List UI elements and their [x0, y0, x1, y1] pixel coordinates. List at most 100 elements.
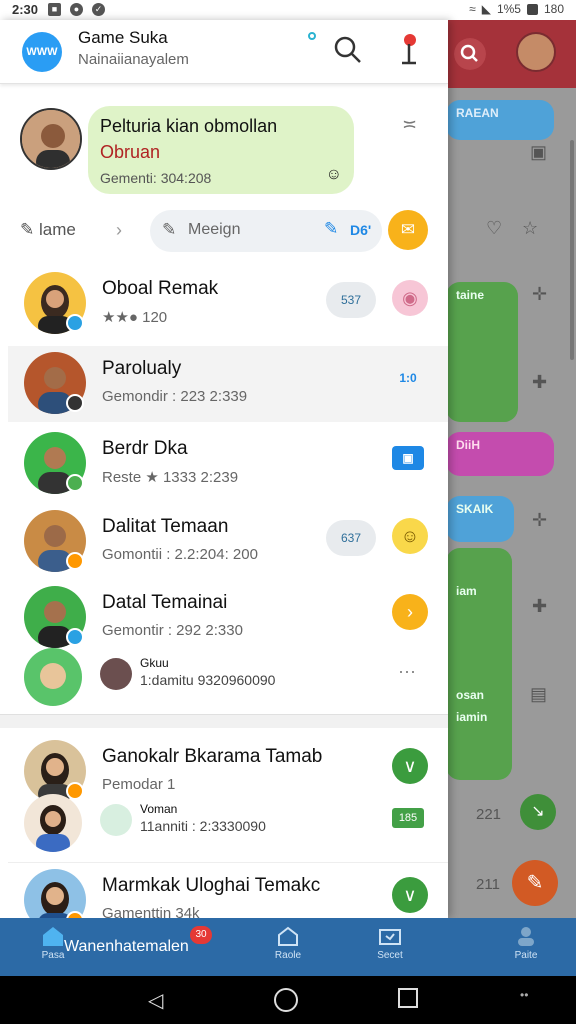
person-icon: [24, 794, 82, 852]
search-icon[interactable]: [332, 34, 364, 66]
nav-role-label: Raole: [274, 950, 302, 961]
new-chat-button[interactable]: ✉: [388, 210, 428, 250]
unread-pill: 637: [326, 520, 376, 556]
share-icon: ☆: [522, 218, 539, 238]
verified-badge-icon: [66, 314, 84, 332]
chat-name: Datal Temainai: [102, 592, 228, 613]
bear-sticker-icon: ☺: [392, 518, 428, 554]
chat-sub-item[interactable]: Gkuu 1:damitu 9320960090 ⋯: [8, 648, 448, 706]
compose-button[interactable]: ✎: [512, 860, 558, 906]
chat-name: Marmkak Uloghai Temakc: [102, 875, 321, 896]
nav-role[interactable]: Raole: [256, 924, 320, 961]
sub-item-name: Gkuu: [140, 656, 169, 670]
avatar: [20, 108, 82, 170]
chat-list-item[interactable]: Oboal Remak ★★● 120 537 ◉: [8, 266, 448, 342]
banner-message: Pelturia kian obmollan Obruan Gementi: 3…: [88, 106, 354, 194]
avatar: [100, 804, 132, 836]
chat-list-item[interactable]: Datal Temainai Gemontir : 292 2:330 ›: [8, 580, 448, 656]
nav-profile[interactable]: Paite: [494, 924, 558, 961]
home-circle-icon[interactable]: [274, 988, 298, 1012]
avatar[interactable]: [516, 32, 556, 72]
notification-icon: ✓: [92, 3, 105, 16]
chat-preview: Gamenttin 34k: [102, 905, 200, 918]
calendar-icon: ▣: [530, 142, 548, 162]
chat-list-item[interactable]: Marmkak Uloghai Temakc Gamenttin 34k ∨: [8, 862, 448, 918]
signal-icon: ◣: [481, 2, 491, 16]
chevron-down-icon[interactable]: ∨: [392, 748, 428, 784]
search-icon: [454, 38, 486, 70]
count-text: 211: [476, 876, 500, 893]
more-icon[interactable]: ⋯: [398, 662, 416, 683]
verified-badge-icon: [66, 628, 84, 646]
home-icon: [43, 927, 63, 946]
quick-action-row: ✎ lame › ✎ Meeign ✎ D6' ✉: [0, 208, 448, 256]
chevron-right-icon[interactable]: ›: [392, 594, 428, 630]
avatar: [100, 658, 132, 690]
smile-emoji-icon: ☺: [325, 166, 342, 183]
back-icon[interactable]: ◁: [148, 988, 163, 1013]
online-badge-icon: [66, 474, 84, 492]
chat-preview: Reste ★ 1333 2:239: [102, 469, 239, 486]
message-bubble: SKAIK: [446, 496, 514, 542]
avatar: [24, 794, 82, 852]
message-input[interactable]: ✎ Meeign ✎ D6': [150, 210, 382, 252]
chevron-down-icon[interactable]: ∨: [392, 877, 428, 913]
chat-preview: Pemodar 1: [102, 776, 176, 793]
status-time: 2:30: [12, 2, 39, 17]
edit-button[interactable]: ✎ lame: [20, 220, 76, 240]
sub-item-meta: 11anniti : 2:3330090: [140, 818, 266, 834]
chevron-right-icon[interactable]: ›: [116, 220, 122, 241]
mute-icon[interactable]: ≍: [402, 114, 417, 135]
wifi-icon: ≈: [469, 2, 476, 16]
pen-icon: ✎: [324, 219, 339, 238]
person-icon: [24, 648, 82, 706]
background-app-header: [446, 20, 576, 88]
message-text: iamin: [456, 710, 488, 724]
chat-preview: ★★● 120: [102, 308, 167, 326]
chat-list-item[interactable]: Dalitat Temaan Gomontii : 2.2:204: 200 6…: [8, 504, 448, 580]
pin-icon[interactable]: [398, 32, 420, 68]
chat-list-item[interactable]: Parolualy Gemondir : 223 2:339 1:0: [8, 346, 448, 422]
count-text: 221: [476, 806, 502, 823]
pig-sticker-icon: ◉: [392, 280, 428, 316]
plus-icon: ✚: [532, 372, 548, 392]
sub-item-name: Voman: [140, 802, 178, 816]
edit-label: lame: [38, 220, 76, 239]
nav-secret-label: Secet: [377, 950, 403, 961]
pen-icon: ✎: [162, 220, 177, 239]
notification-icon: ●: [70, 3, 83, 16]
chat-preview-text: 120: [142, 309, 168, 326]
battery-icon: [526, 3, 538, 15]
status-dot: ↘: [520, 794, 556, 830]
chat-preview: Gemontir : 292 2:330: [102, 622, 243, 639]
sub-item-meta: 1:damitu 9320960090: [140, 672, 276, 688]
message-text: osan: [456, 688, 485, 702]
reaction-icons: ★★●: [102, 309, 143, 326]
home-outline-icon: [278, 926, 298, 946]
message-bubble: iam osan iamin: [446, 548, 512, 780]
nav-secret[interactable]: Secet: [358, 924, 422, 961]
camera-icon[interactable]: ▣: [392, 446, 424, 470]
status-bar: 2:30 ■ ● ✓ ≈ ◣ 1%5 180: [0, 0, 576, 20]
recents-icon[interactable]: [398, 988, 418, 1008]
person-icon: [518, 927, 534, 946]
chat-list-item[interactable]: Berdr Dka Reste ★ 1333 2:239 ▣: [8, 426, 448, 502]
more-icon[interactable]: ••: [520, 988, 528, 1002]
unread-pill: 537: [326, 282, 376, 318]
list-icon: ▤: [530, 684, 548, 704]
system-navigation: ◁ ••: [0, 976, 576, 1024]
message-bubble: DiiH: [446, 432, 554, 476]
status-indicators: ≈ ◣ 1%5 180: [469, 2, 564, 16]
chat-preview: Gemondir : 223 2:339: [102, 388, 248, 405]
pinned-banner[interactable]: Pelturia kian obmollan Obruan Gementi: 3…: [0, 96, 448, 216]
app-subtitle: Nainaiianayalem: [78, 51, 189, 68]
unread-tag: 1:0: [399, 371, 417, 385]
count-tag: 185: [392, 808, 424, 828]
app-header: WWW Game Suka Nainaiianayalem: [0, 20, 448, 84]
chat-sub-item[interactable]: Voman 11anniti : 2:3330090 185: [8, 794, 448, 852]
folder-icon: [379, 929, 401, 945]
chat-name: Ganokalr Bkarama Tamab: [102, 746, 323, 767]
signal-text: 1%5: [496, 2, 521, 16]
person-icon: [22, 110, 80, 168]
scrollbar[interactable]: [570, 140, 574, 360]
